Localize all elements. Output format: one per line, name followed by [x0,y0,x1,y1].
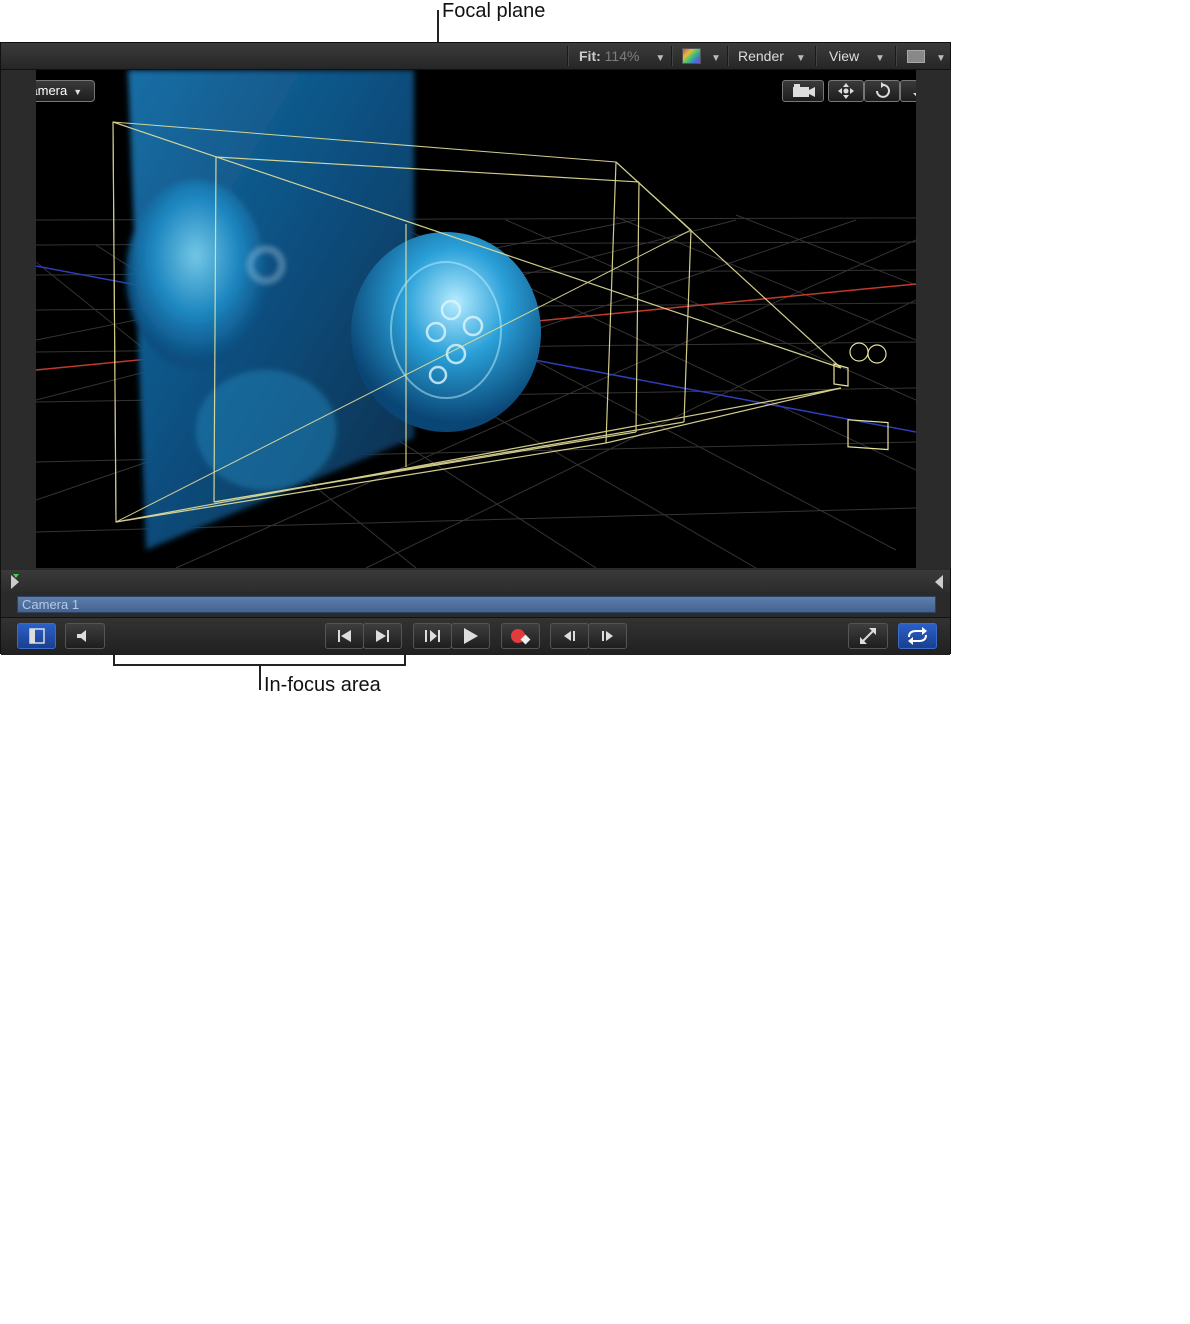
loop-playback-button[interactable] [898,623,937,649]
toolbar-divider [671,46,673,66]
go-to-end-icon [376,630,389,642]
canvas-margin-left [1,70,36,568]
go-to-start-icon [338,630,351,642]
play-range-in-marker[interactable] [9,573,21,591]
view-layout-icon[interactable] [907,50,925,63]
chevron-down-icon: ▼ [655,53,666,64]
mini-timeline-ruler[interactable] [1,570,950,592]
render-label: Render [738,48,784,64]
view-layout-menu[interactable]: ▼ [936,48,946,64]
color-channels-icon[interactable] [682,48,701,64]
in-focus-leader-line [259,666,261,690]
full-screen-button[interactable] [848,623,888,649]
previous-frame-button[interactable] [550,623,589,649]
next-frame-icon [602,631,613,641]
layer-name: Camera 1 [22,597,80,612]
chevron-down-icon: ▼ [73,87,83,97]
go-to-start-button[interactable] [325,623,364,649]
show-hide-pane-icon [29,628,45,644]
play-icon [464,628,478,644]
scene-camera-icon [833,342,889,451]
in-focus-area-callout: In-focus area [264,674,381,696]
transport-controls [1,617,950,655]
camera-icon [793,84,815,97]
view-menu[interactable]: View ▼ [829,48,885,64]
view-label: View [829,48,860,64]
canvas-margin-right [916,70,951,568]
camera-tool-button[interactable] [782,80,824,102]
focal-plane-callout: Focal plane [442,0,546,22]
mute-audio-button[interactable] [65,623,105,649]
chevron-down-icon: ▼ [936,53,946,64]
go-to-end-button[interactable] [363,623,402,649]
orbit-tool-button[interactable] [864,80,900,102]
play-button[interactable] [451,623,490,649]
record-button[interactable] [501,623,540,649]
loop-icon [908,627,927,645]
toolbar-divider [567,46,569,66]
render-menu[interactable]: Render ▼ [738,48,806,64]
record-icon [511,629,531,645]
color-channels-menu[interactable]: ▼ [711,48,721,64]
layer-bar[interactable]: Camera 1 [17,596,936,613]
scene-3d [36,70,916,568]
previous-frame-icon [564,631,575,641]
pan-tool-button[interactable] [828,80,864,102]
fit-label: Fit: [579,48,601,64]
chevron-down-icon: ▼ [874,53,885,64]
canvas-window: Fit: 114% ▼ ▼ Render ▼ View ▼ ▼ mera ▼ C… [0,42,951,655]
next-frame-button[interactable] [588,623,627,649]
jellyfish-object [351,232,541,432]
chevron-down-icon: ▼ [795,53,806,64]
fit-zoom-menu[interactable]: Fit: 114% ▼ [579,48,665,64]
camera-view-menu[interactable]: Camera ▼ [36,80,95,102]
toolbar-divider [727,46,729,66]
show-hide-pane-button[interactable] [17,623,56,649]
toolbar-divider [815,46,817,66]
fit-value: 114% [604,48,640,64]
full-screen-icon [860,628,876,644]
mute-icon [77,630,86,642]
play-range-out-marker[interactable] [933,573,945,591]
camera-menu-label: Camera [36,83,68,98]
viewer-viewport[interactable]: Camera ▼ [36,70,916,568]
chevron-down-icon: ▼ [711,53,721,64]
dolly-tool-button[interactable] [900,80,916,102]
play-from-start-icon [425,630,440,642]
play-from-start-button[interactable] [413,623,452,649]
toolbar-divider [895,46,897,66]
canvas-toolbar: Fit: 114% ▼ ▼ Render ▼ View ▼ ▼ [1,43,950,70]
pan-icon [838,83,854,99]
orbit-icon [876,82,890,98]
dolly-icon [913,93,916,97]
